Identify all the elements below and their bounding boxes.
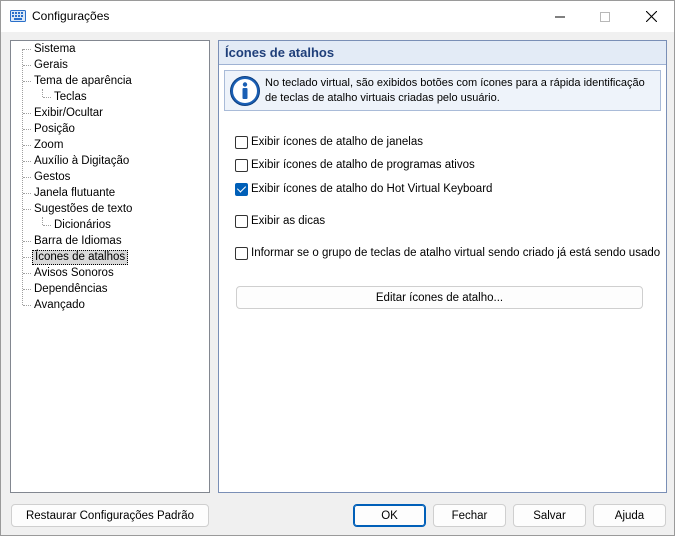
- restore-defaults-button[interactable]: Restaurar Configurações Padrão: [11, 504, 209, 527]
- settings-window: Configurações Sistema Gerais Tema de apa…: [0, 0, 675, 536]
- option-show-hints[interactable]: Exibir as dicas: [235, 213, 325, 229]
- option-hot-virtual-keyboard-icons[interactable]: Exibir ícones de atalho do Hot Virtual K…: [235, 181, 492, 197]
- option-warn-hotkey-group-in-use[interactable]: Informar se o grupo de teclas de atalho …: [235, 245, 660, 261]
- tree-connector: [43, 97, 51, 98]
- tree-connector: [23, 113, 31, 114]
- tree-item-dependencias[interactable]: Dependências: [32, 282, 110, 297]
- option-label: Exibir ícones de atalho de janelas: [251, 136, 423, 148]
- tree-item-teclas[interactable]: Teclas: [52, 90, 89, 105]
- tree-item-icones-de-atalhos[interactable]: Ícones de atalhos: [32, 250, 129, 265]
- checkbox-checked[interactable]: [235, 182, 248, 196]
- tree-connector: [23, 289, 31, 290]
- option-active-program-icons[interactable]: Exibir ícones de atalho de programas ati…: [235, 157, 475, 173]
- settings-panel: Ícones de atalhos No teclado virtual, sã…: [218, 40, 667, 493]
- option-label: Exibir as dicas: [251, 215, 326, 227]
- checkbox[interactable]: [235, 214, 248, 228]
- tree-item-gerais[interactable]: Gerais: [32, 58, 70, 73]
- tree-connector: [23, 145, 31, 146]
- keyboard-icon: [10, 10, 26, 22]
- tree-connector: [23, 273, 31, 274]
- tree-item-janela-flutuante[interactable]: Janela flutuante: [32, 186, 117, 201]
- tree-connector: [23, 129, 31, 130]
- tree-connector: [23, 193, 31, 194]
- panel-header: Ícones de atalhos: [219, 41, 666, 65]
- tree-item-posicao[interactable]: Posição: [32, 122, 77, 137]
- tree-item-barra-de-idiomas[interactable]: Barra de Idiomas: [32, 234, 124, 249]
- maximize-button[interactable]: [583, 1, 627, 32]
- title-bar[interactable]: Configurações: [1, 1, 674, 32]
- tree-connector: [23, 65, 31, 66]
- checkbox[interactable]: [235, 246, 248, 260]
- info-box: No teclado virtual, são exibidos botões …: [224, 70, 661, 111]
- option-label: Informar se o grupo de teclas de atalho …: [251, 247, 661, 259]
- tree-item-avisos-sonoros[interactable]: Avisos Sonoros: [32, 266, 116, 281]
- tree-item-avancado[interactable]: Avançado: [32, 298, 87, 313]
- save-button[interactable]: Salvar: [513, 504, 586, 527]
- close-button[interactable]: Fechar: [433, 504, 506, 527]
- close-icon: [645, 11, 657, 22]
- tree-item-sugestoes-de-texto[interactable]: Sugestões de texto: [32, 202, 134, 217]
- minimize-button[interactable]: [538, 1, 582, 32]
- option-window-shortcut-icons[interactable]: Exibir ícones de atalho de janelas: [235, 134, 423, 150]
- option-label: Exibir ícones de atalho de programas ati…: [251, 159, 475, 171]
- tree-connector: [23, 177, 31, 178]
- tree-connector: [23, 81, 31, 82]
- tree-item-tema-de-aparencia[interactable]: Tema de aparência: [32, 74, 134, 89]
- tree-connector: [23, 241, 31, 242]
- tree-item-zoom[interactable]: Zoom: [32, 138, 65, 153]
- ok-button[interactable]: OK: [353, 504, 426, 527]
- edit-shortcut-icons-button[interactable]: Editar ícones de atalho...: [236, 286, 643, 309]
- minimize-icon: [555, 16, 565, 17]
- tree-connector: [23, 49, 31, 50]
- tree-item-dicionarios[interactable]: Dicionários: [52, 218, 113, 233]
- settings-tree[interactable]: Sistema Gerais Tema de aparência Teclas …: [10, 40, 210, 493]
- tree-connector: [43, 225, 51, 226]
- tree-item-auxilio-a-digitacao[interactable]: Auxílio à Digitação: [32, 154, 131, 169]
- checkbox[interactable]: [235, 135, 248, 149]
- tree-connector: [23, 161, 31, 162]
- tree-item-sistema[interactable]: Sistema: [32, 42, 78, 57]
- help-button[interactable]: Ajuda: [593, 504, 666, 527]
- tree-connector: [42, 89, 43, 97]
- window-title: Configurações: [32, 9, 110, 23]
- tree-connector: [23, 305, 31, 306]
- tree-connector: [23, 209, 31, 210]
- tree-item-gestos[interactable]: Gestos: [32, 170, 72, 185]
- maximize-icon: [600, 11, 610, 22]
- panel-title: Ícones de atalhos: [225, 45, 335, 60]
- info-text: No teclado virtual, são exibidos botões …: [265, 77, 645, 104]
- close-window-button[interactable]: [629, 1, 673, 32]
- checkbox[interactable]: [235, 158, 248, 172]
- tree-connector: [23, 257, 31, 258]
- info-icon: [230, 76, 260, 106]
- tree-connector: [42, 217, 43, 225]
- tree-item-exibir-ocultar[interactable]: Exibir/Ocultar: [32, 106, 105, 121]
- option-label: Exibir ícones de atalho do Hot Virtual K…: [251, 183, 493, 195]
